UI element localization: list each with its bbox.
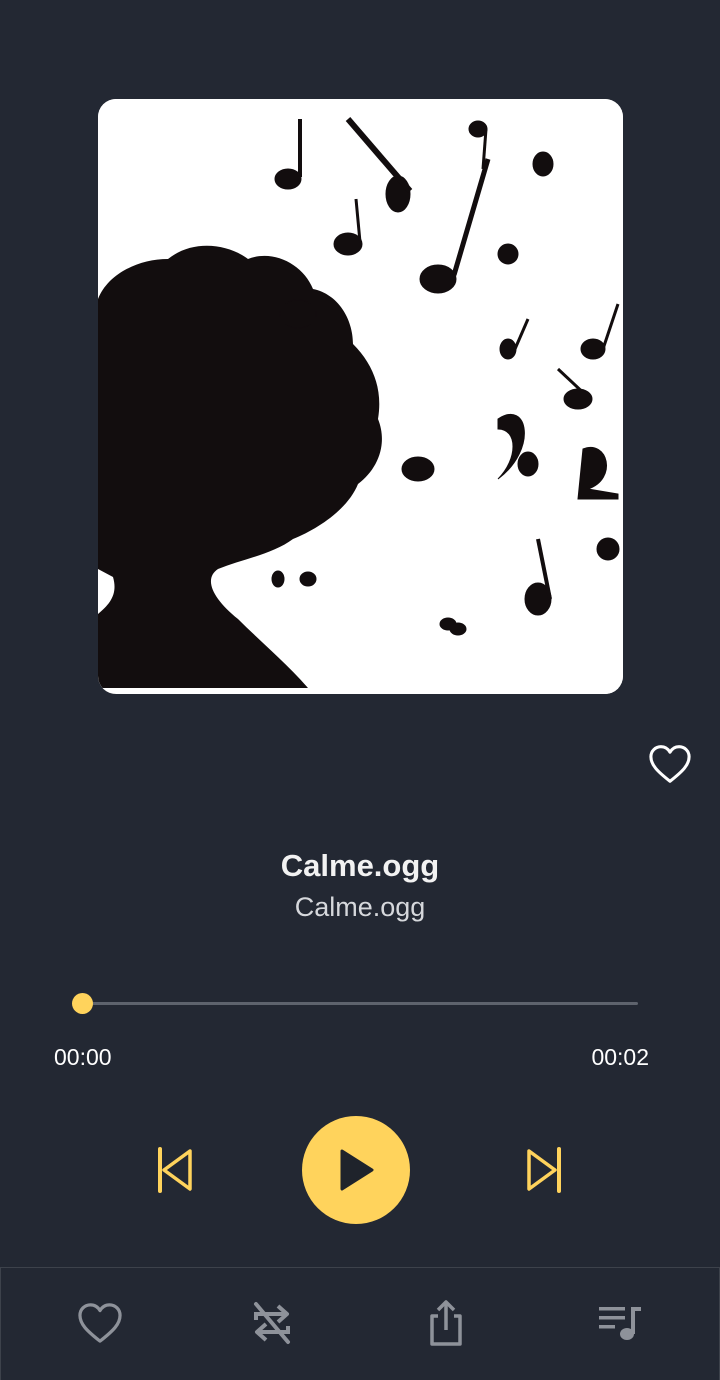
seek-track — [82, 1002, 638, 1005]
share-icon — [430, 1300, 462, 1346]
share-button[interactable] — [421, 1298, 471, 1348]
seek-bar[interactable] — [72, 993, 638, 1014]
heart-outline-icon — [649, 745, 691, 783]
play-icon — [340, 1149, 374, 1191]
track-title: Calme.ogg — [280, 848, 440, 883]
previous-button[interactable] — [146, 1142, 202, 1198]
current-time: 00:00 — [54, 1044, 112, 1070]
skip-next-icon — [527, 1147, 561, 1193]
heart-icon — [78, 1303, 122, 1343]
skip-previous-icon — [158, 1147, 192, 1193]
playlist-button[interactable] — [595, 1298, 645, 1348]
play-button[interactable] — [302, 1116, 410, 1224]
repeat-off-icon — [254, 1302, 290, 1344]
bottom-action-bar — [0, 1267, 720, 1380]
repeat-button[interactable] — [247, 1298, 297, 1348]
playlist-icon — [599, 1307, 641, 1340]
duration: 00:02 — [591, 1044, 649, 1070]
album-art-image — [98, 99, 623, 694]
track-artist: Calme.ogg — [294, 892, 426, 922]
player-screen: Calme.ogg Calme.ogg 00:00 00:02 — [0, 0, 720, 1380]
favorite-button[interactable] — [646, 740, 694, 788]
album-art — [98, 99, 623, 694]
seek-thumb[interactable] — [72, 993, 93, 1014]
bottom-favorite-button[interactable] — [75, 1298, 125, 1348]
next-button[interactable] — [517, 1142, 573, 1198]
